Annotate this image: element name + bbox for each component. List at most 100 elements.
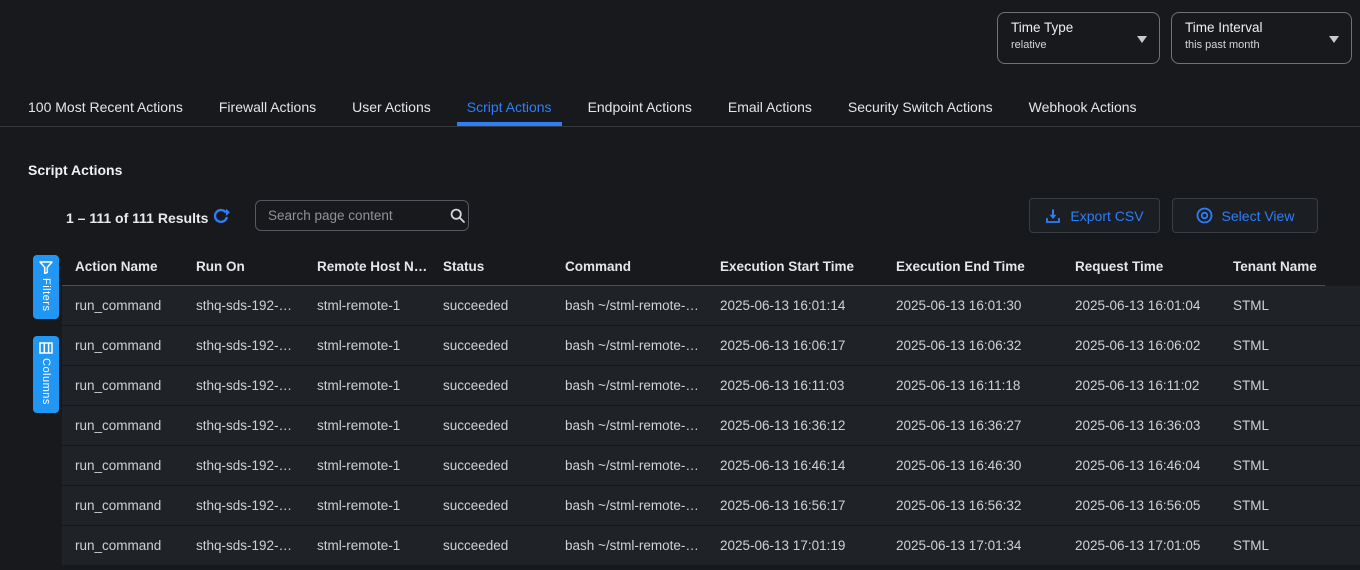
cell-tenant-name: STML [1233, 538, 1360, 553]
cell-command: bash ~/stml-remote-… [565, 458, 720, 473]
cell-run-on: sthq-sds-192-… [196, 458, 317, 473]
column-header-tenant-name[interactable]: Tenant Name [1233, 259, 1325, 274]
cell-execution-end-time: 2025-06-13 16:01:30 [896, 298, 1075, 313]
cell-run-on: sthq-sds-192-… [196, 418, 317, 433]
cell-execution-end-time: 2025-06-13 16:06:32 [896, 338, 1075, 353]
script-actions-table: Action NameRun OnRemote Host N…StatusCom… [62, 248, 1360, 570]
download-icon [1045, 208, 1061, 224]
column-header-execution-end-time[interactable]: Execution End Time [896, 259, 1075, 274]
cell-execution-start-time: 2025-06-13 16:56:17 [720, 498, 896, 513]
tab-endpoint-actions[interactable]: Endpoint Actions [578, 88, 702, 126]
cell-tenant-name: STML [1233, 378, 1360, 393]
cell-request-time: 2025-06-13 17:01:05 [1075, 538, 1233, 553]
column-header-command[interactable]: Command [565, 259, 720, 274]
export-csv-label: Export CSV [1070, 208, 1143, 224]
table-row[interactable]: run_commandsthq-sds-192-…stml-remote-1su… [62, 446, 1360, 486]
tab-security-switch-actions[interactable]: Security Switch Actions [838, 88, 1003, 126]
cell-run-on: sthq-sds-192-… [196, 338, 317, 353]
cell-tenant-name: STML [1233, 338, 1360, 353]
cell-action-name: run_command [75, 338, 196, 353]
cell-status: succeeded [443, 538, 565, 553]
cell-command: bash ~/stml-remote-… [565, 378, 720, 393]
time-type-value: relative [1011, 39, 1133, 51]
search-box [255, 200, 469, 231]
cell-status: succeeded [443, 298, 565, 313]
search-icon[interactable] [449, 207, 466, 224]
cell-command: bash ~/stml-remote-… [565, 298, 720, 313]
time-interval-dropdown[interactable]: Time Interval this past month [1171, 12, 1352, 64]
cell-action-name: run_command [75, 298, 196, 313]
cell-execution-start-time: 2025-06-13 16:36:12 [720, 418, 896, 433]
table-body: run_commandsthq-sds-192-…stml-remote-1su… [62, 286, 1360, 566]
columns-label: Columns [40, 358, 52, 405]
cell-execution-start-time: 2025-06-13 16:01:14 [720, 298, 896, 313]
cell-run-on: sthq-sds-192-… [196, 538, 317, 553]
filters-button[interactable]: Filters [33, 255, 59, 319]
time-interval-value: this past month [1185, 39, 1325, 51]
cell-status: succeeded [443, 418, 565, 433]
filter-icon [39, 261, 53, 274]
table-row[interactable]: run_commandsthq-sds-192-…stml-remote-1su… [62, 406, 1360, 446]
tab-email-actions[interactable]: Email Actions [718, 88, 822, 126]
table-row[interactable]: run_commandsthq-sds-192-…stml-remote-1su… [62, 286, 1360, 326]
cell-request-time: 2025-06-13 16:46:04 [1075, 458, 1233, 473]
tab-user-actions[interactable]: User Actions [342, 88, 441, 126]
cell-execution-start-time: 2025-06-13 16:06:17 [720, 338, 896, 353]
cell-run-on: sthq-sds-192-… [196, 298, 317, 313]
cell-action-name: run_command [75, 538, 196, 553]
tab-webhook-actions[interactable]: Webhook Actions [1019, 88, 1147, 126]
page-title: Script Actions [28, 162, 122, 178]
refresh-icon[interactable] [212, 208, 230, 226]
column-header-run-on[interactable]: Run On [196, 259, 317, 274]
cell-command: bash ~/stml-remote-… [565, 538, 720, 553]
cell-execution-start-time: 2025-06-13 16:11:03 [720, 378, 896, 393]
time-type-dropdown[interactable]: Time Type relative [997, 12, 1160, 64]
chevron-down-icon [1329, 36, 1339, 43]
column-header-action-name[interactable]: Action Name [75, 259, 196, 274]
cell-status: succeeded [443, 338, 565, 353]
export-csv-button[interactable]: Export CSV [1029, 198, 1160, 233]
time-interval-label: Time Interval [1185, 20, 1325, 35]
cell-command: bash ~/stml-remote-… [565, 418, 720, 433]
column-header-remote-host-n[interactable]: Remote Host N… [317, 259, 443, 274]
table-row[interactable]: run_commandsthq-sds-192-…stml-remote-1su… [62, 486, 1360, 526]
cell-request-time: 2025-06-13 16:06:02 [1075, 338, 1233, 353]
cell-tenant-name: STML [1233, 498, 1360, 513]
cell-command: bash ~/stml-remote-… [565, 338, 720, 353]
table-row[interactable]: run_commandsthq-sds-192-…stml-remote-1su… [62, 526, 1360, 566]
tab-script-actions[interactable]: Script Actions [457, 88, 562, 126]
cell-remote-host-n: stml-remote-1 [317, 498, 443, 513]
eye-icon [1196, 207, 1213, 224]
cell-status: succeeded [443, 498, 565, 513]
table-row[interactable]: run_commandsthq-sds-192-…stml-remote-1su… [62, 366, 1360, 406]
cell-action-name: run_command [75, 418, 196, 433]
time-type-label: Time Type [1011, 20, 1133, 35]
cell-tenant-name: STML [1233, 418, 1360, 433]
chevron-down-icon [1137, 36, 1147, 43]
table-row[interactable]: run_commandsthq-sds-192-…stml-remote-1su… [62, 326, 1360, 366]
cell-remote-host-n: stml-remote-1 [317, 458, 443, 473]
tab-bar: 100 Most Recent Actions Firewall Actions U… [0, 88, 1360, 127]
cell-execution-start-time: 2025-06-13 17:01:19 [720, 538, 896, 553]
column-header-request-time[interactable]: Request Time [1075, 259, 1233, 274]
search-input[interactable] [256, 208, 449, 223]
columns-button[interactable]: Columns [33, 336, 59, 413]
table-header-row: Action NameRun OnRemote Host N…StatusCom… [62, 248, 1325, 286]
select-view-button[interactable]: Select View [1172, 198, 1318, 233]
cell-execution-end-time: 2025-06-13 16:56:32 [896, 498, 1075, 513]
cell-run-on: sthq-sds-192-… [196, 378, 317, 393]
cell-request-time: 2025-06-13 16:01:04 [1075, 298, 1233, 313]
cell-request-time: 2025-06-13 16:11:02 [1075, 378, 1233, 393]
tab-firewall-actions[interactable]: Firewall Actions [209, 88, 326, 126]
filters-label: Filters [40, 278, 52, 311]
cell-execution-end-time: 2025-06-13 16:11:18 [896, 378, 1075, 393]
column-header-execution-start-time[interactable]: Execution Start Time [720, 259, 896, 274]
cell-run-on: sthq-sds-192-… [196, 498, 317, 513]
cell-request-time: 2025-06-13 16:36:03 [1075, 418, 1233, 433]
tab-100-most-recent-actions[interactable]: 100 Most Recent Actions [18, 88, 193, 126]
cell-execution-end-time: 2025-06-13 16:36:27 [896, 418, 1075, 433]
column-header-status[interactable]: Status [443, 259, 565, 274]
cell-action-name: run_command [75, 378, 196, 393]
cell-execution-start-time: 2025-06-13 16:46:14 [720, 458, 896, 473]
cell-action-name: run_command [75, 458, 196, 473]
